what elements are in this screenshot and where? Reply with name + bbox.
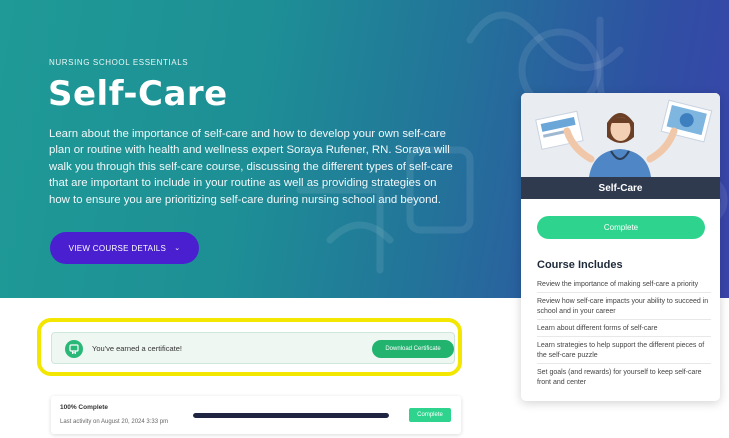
course-description: Learn about the importance of self-care … (49, 128, 453, 206)
card-title: Self-Care (521, 177, 720, 199)
progress-bar-fill (193, 413, 389, 418)
list-item: Review the importance of making self-car… (537, 279, 711, 293)
chevron-down-icon: ⌄ (174, 245, 181, 252)
view-course-details-label: VIEW COURSE DETAILS (68, 243, 167, 253)
course-progress-panel: 100% Complete Last activity on August 20… (51, 396, 461, 434)
page-title: Self-Care (48, 74, 228, 114)
course-includes-heading: Course Includes (537, 259, 623, 271)
certificate-message: You've earned a certificate! (92, 344, 182, 353)
last-activity-timestamp: Last activity on August 20, 2024 3:33 pm (60, 419, 169, 425)
course-includes-list: Review the importance of making self-car… (537, 279, 711, 393)
certificate-icon (65, 340, 83, 358)
progress-bar (193, 413, 389, 418)
course-card: Self-Care Complete Course Includes Revie… (521, 93, 720, 401)
meditating-nurse-illustration (521, 93, 720, 177)
list-item: Set goals (and rewards) for yourself to … (537, 369, 702, 386)
list-item: Review how self-care impacts your abilit… (537, 296, 711, 320)
view-course-details-button[interactable]: VIEW COURSE DETAILS ⌄ (50, 232, 199, 264)
certificate-banner: You've earned a certificate! Download Ce… (51, 332, 455, 364)
course-category: NURSING SCHOOL ESSENTIALS (49, 58, 189, 67)
download-certificate-button[interactable]: Download Certificate (372, 340, 454, 358)
progress-percent-label: 100% Complete (60, 404, 109, 411)
list-item: Learn strategies to help support the dif… (537, 340, 711, 364)
list-item: Learn about different forms of self-care (537, 323, 711, 337)
card-complete-button[interactable]: Complete (537, 216, 705, 239)
status-badge: Complete (409, 408, 451, 422)
course-thumbnail (521, 93, 720, 177)
